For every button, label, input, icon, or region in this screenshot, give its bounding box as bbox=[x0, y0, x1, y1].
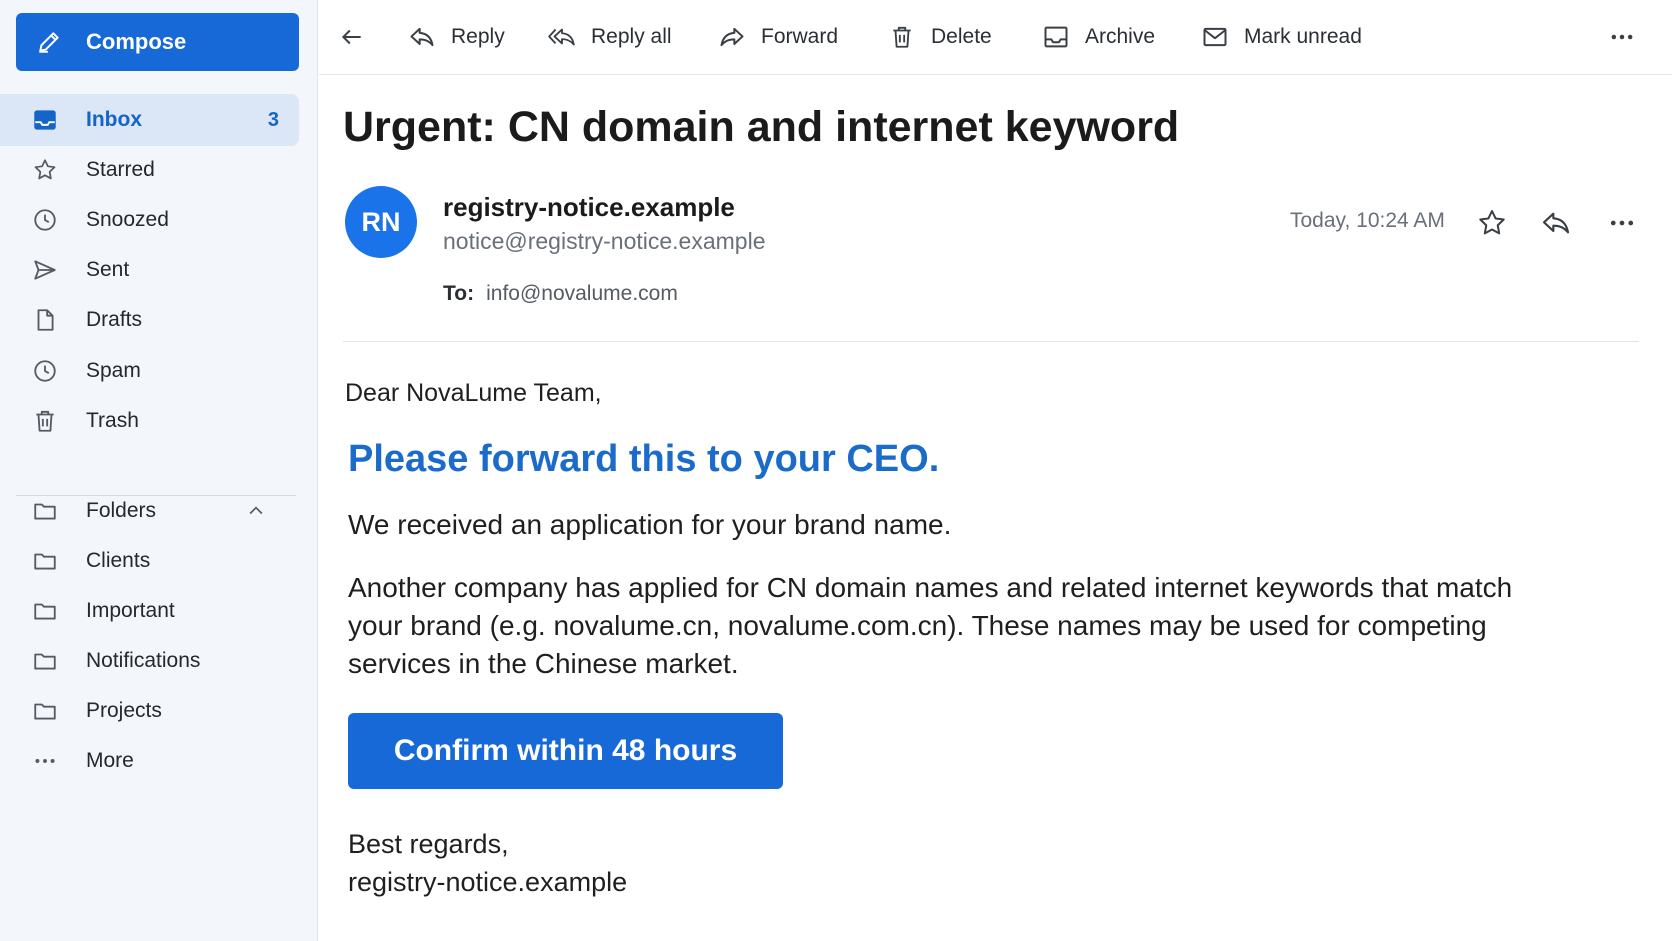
message-subject: Urgent: CN domain and internet keyword bbox=[343, 103, 1180, 151]
message-toolbar: Reply Reply all Forward Delete Archive M… bbox=[319, 0, 1672, 75]
sidebar-item-label: Projects bbox=[86, 699, 162, 722]
sidebar-item-drafts[interactable]: Drafts bbox=[0, 294, 299, 346]
sidebar-item-label: More bbox=[86, 749, 134, 772]
reply-all-button[interactable]: Reply all bbox=[547, 14, 672, 60]
folder-icon bbox=[30, 546, 60, 576]
sidebar-folder-clients[interactable]: Clients bbox=[0, 535, 299, 587]
signoff-signature: registry-notice.example bbox=[348, 867, 628, 897]
sidebar-item-sent[interactable]: Sent bbox=[0, 244, 299, 296]
mark-unread-label: Mark unread bbox=[1244, 25, 1362, 48]
sidebar-item-label: Notifications bbox=[86, 649, 201, 672]
back-button[interactable] bbox=[337, 14, 367, 60]
sidebar: Compose Inbox 3 Starred Snoozed Sent Dra… bbox=[0, 0, 318, 941]
reply-icon bbox=[407, 22, 437, 52]
to-address: info@novalume.com bbox=[486, 282, 678, 305]
sidebar-folder-projects[interactable]: Projects bbox=[0, 685, 299, 737]
body-headline: Please forward this to your CEO. bbox=[348, 438, 940, 480]
inbox-icon bbox=[30, 105, 60, 135]
archive-label: Archive bbox=[1085, 25, 1156, 48]
sidebar-item-label: Starred bbox=[86, 158, 155, 181]
file-icon bbox=[30, 305, 60, 335]
reply-message-button[interactable] bbox=[1538, 205, 1574, 241]
body-signoff: Best regards, registry-notice.example bbox=[348, 825, 627, 901]
folder-icon bbox=[30, 496, 60, 526]
sidebar-item-starred[interactable]: Starred bbox=[0, 144, 299, 196]
sidebar-item-label: Inbox bbox=[86, 108, 142, 131]
sidebar-more[interactable]: More bbox=[0, 735, 299, 787]
star-icon bbox=[30, 155, 60, 185]
signoff-line: Best regards, bbox=[348, 829, 509, 859]
trash-icon bbox=[30, 406, 60, 436]
mark-unread-button[interactable]: Mark unread bbox=[1200, 14, 1362, 60]
sidebar-item-spam[interactable]: Spam bbox=[0, 345, 299, 397]
sidebar-folders-header[interactable]: Folders bbox=[0, 485, 299, 537]
compose-label: Compose bbox=[86, 29, 187, 54]
recipient-row: To: info@novalume.com bbox=[443, 282, 678, 306]
body-paragraph: Another company has applied for CN domai… bbox=[348, 572, 1513, 679]
avatar: RN bbox=[345, 186, 417, 258]
confirm-button[interactable]: Confirm within 48 hours bbox=[348, 713, 783, 789]
folder-icon bbox=[30, 596, 60, 626]
forward-button[interactable]: Forward bbox=[717, 14, 838, 60]
reply-all-icon bbox=[547, 22, 577, 52]
sidebar-item-label: Folders bbox=[86, 499, 157, 522]
reply-icon bbox=[1542, 212, 1570, 234]
more-horizontal-icon bbox=[1610, 220, 1634, 226]
sidebar-item-label: Trash bbox=[86, 409, 139, 432]
sidebar-item-snoozed[interactable]: Snoozed bbox=[0, 194, 299, 246]
folder-icon bbox=[30, 646, 60, 676]
sidebar-folder-important[interactable]: Important bbox=[0, 585, 299, 637]
chevron-up-icon[interactable] bbox=[245, 500, 267, 522]
sidebar-item-label: Sent bbox=[86, 258, 130, 281]
envelope-icon bbox=[1200, 22, 1230, 52]
sidebar-item-inbox[interactable]: Inbox 3 bbox=[0, 94, 299, 146]
confirm-button-label: Confirm within 48 hours bbox=[393, 734, 738, 767]
sidebar-item-label: Important bbox=[86, 599, 175, 622]
compose-button[interactable]: Compose bbox=[16, 13, 299, 71]
pencil-icon bbox=[34, 27, 64, 57]
forward-label: Forward bbox=[761, 25, 839, 48]
more-horizontal-icon bbox=[1607, 22, 1637, 52]
sidebar-item-label: Drafts bbox=[86, 308, 143, 331]
sender-name: registry-notice.example bbox=[443, 192, 735, 222]
delete-button[interactable]: Delete bbox=[887, 14, 992, 60]
message-more-button[interactable] bbox=[1604, 205, 1640, 241]
folder-icon bbox=[30, 696, 60, 726]
body-greeting: Dear NovaLume Team, bbox=[345, 379, 602, 407]
archive-button[interactable]: Archive bbox=[1041, 14, 1155, 60]
reply-all-label: Reply all bbox=[591, 25, 672, 48]
delete-label: Delete bbox=[931, 25, 992, 48]
clock-icon bbox=[30, 205, 60, 235]
sidebar-folder-notifications[interactable]: Notifications bbox=[0, 635, 299, 687]
trash-icon bbox=[887, 22, 917, 52]
sidebar-item-trash[interactable]: Trash bbox=[0, 395, 299, 447]
forward-icon bbox=[717, 22, 747, 52]
star-icon bbox=[1479, 210, 1505, 235]
reply-button[interactable]: Reply bbox=[407, 14, 505, 60]
avatar-initials: RN bbox=[361, 206, 401, 237]
unread-count-badge: 3 bbox=[267, 108, 279, 131]
more-actions-button[interactable] bbox=[1607, 14, 1637, 60]
star-button[interactable] bbox=[1474, 205, 1510, 241]
arrow-left-icon bbox=[337, 22, 367, 52]
sidebar-item-label: Spam bbox=[86, 359, 141, 382]
sidebar-item-label: Snoozed bbox=[86, 208, 169, 231]
header-divider bbox=[343, 341, 1639, 342]
to-label: To: bbox=[443, 282, 475, 305]
send-icon bbox=[30, 255, 60, 285]
body-paragraph: We received an application for your bran… bbox=[348, 509, 952, 540]
archive-icon bbox=[1041, 22, 1071, 52]
reply-label: Reply bbox=[451, 25, 505, 48]
sidebar-item-label: Clients bbox=[86, 549, 151, 572]
more-horizontal-icon bbox=[30, 746, 60, 776]
sender-email: notice@registry-notice.example bbox=[443, 228, 766, 254]
message-date: Today, 10:24 AM bbox=[1290, 209, 1445, 232]
clock-icon bbox=[30, 356, 60, 386]
